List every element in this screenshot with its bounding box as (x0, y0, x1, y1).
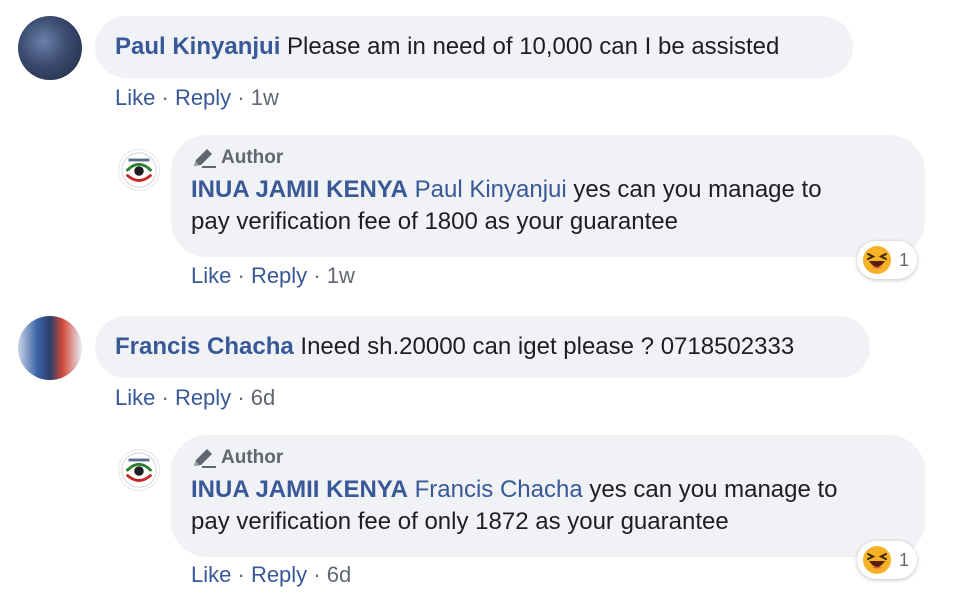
separator: · (313, 562, 327, 587)
timestamp[interactable]: 6d (327, 562, 351, 587)
timestamp[interactable]: 1w (327, 263, 355, 288)
timestamp[interactable]: 1w (251, 85, 279, 110)
reply-bubble: Author INUA JAMII KENYA Paul Kinyanjui y… (171, 135, 925, 257)
separator: · (161, 385, 175, 410)
separator: · (161, 85, 175, 110)
comment-bubble: Francis Chacha Ineed sh.20000 can iget p… (95, 316, 870, 378)
comment-actions: Like · Reply · 6d (115, 385, 275, 411)
commenter-name[interactable]: Francis Chacha (115, 333, 294, 360)
laughing-emoji-icon (863, 546, 891, 574)
reply-text-line2: pay verification fee of 1800 as your gua… (191, 208, 678, 235)
page-logo-icon (121, 452, 157, 488)
comment-actions: Like · Reply · 1w (115, 85, 279, 111)
commenter-name[interactable]: INUA JAMII KENYA (191, 476, 408, 503)
mention-link[interactable]: Paul Kinyanjui (415, 176, 567, 203)
reply-text-line1: yes can you manage to (573, 176, 822, 203)
reply-actions: Like · Reply · 6d (191, 562, 351, 588)
like-button[interactable]: Like (115, 85, 155, 110)
page-logo-icon (121, 152, 157, 188)
reply-button[interactable]: Reply (175, 85, 231, 110)
pencil-icon (194, 449, 216, 468)
author-label: Author (221, 147, 284, 168)
avatar-inua-jamii-kenya[interactable] (118, 449, 160, 491)
reply-button[interactable]: Reply (251, 562, 307, 587)
commenter-name[interactable]: INUA JAMII KENYA (191, 176, 408, 203)
separator: · (237, 263, 251, 288)
like-button[interactable]: Like (191, 562, 231, 587)
reply-text-line1: yes can you manage to (589, 476, 838, 503)
like-button[interactable]: Like (191, 263, 231, 288)
like-button[interactable]: Like (115, 385, 155, 410)
mention-link[interactable]: Francis Chacha (415, 476, 583, 503)
avatar-paul-kinyanjui[interactable] (18, 16, 82, 80)
separator: · (237, 562, 251, 587)
comment-text: Ineed sh.20000 can iget please ? 0718502… (300, 333, 795, 360)
timestamp[interactable]: 6d (251, 385, 275, 410)
separator: · (237, 85, 251, 110)
author-label: Author (221, 447, 284, 468)
reply-text-line2: pay verification fee of only 1872 as you… (191, 508, 729, 535)
reply-button[interactable]: Reply (175, 385, 231, 410)
reply-bubble: Author INUA JAMII KENYA Francis Chacha y… (171, 435, 925, 557)
author-badge: Author (191, 446, 905, 470)
reply-button[interactable]: Reply (251, 263, 307, 288)
separator: · (313, 263, 327, 288)
separator: · (237, 385, 251, 410)
comment-text: Please am in need of 10,000 can I be ass… (287, 33, 780, 60)
laughing-emoji-icon (863, 246, 891, 274)
reply-actions: Like · Reply · 1w (191, 263, 355, 289)
reaction-count: 1 (899, 249, 910, 270)
reaction-summary[interactable]: 1 (857, 241, 918, 279)
pencil-icon (194, 149, 216, 168)
author-badge: Author (191, 146, 905, 170)
reaction-summary[interactable]: 1 (857, 541, 918, 579)
comment-bubble: Paul Kinyanjui Please am in need of 10,0… (95, 16, 853, 78)
avatar-inua-jamii-kenya[interactable] (118, 149, 160, 191)
commenter-name[interactable]: Paul Kinyanjui (115, 33, 280, 60)
avatar-francis-chacha[interactable] (18, 316, 82, 380)
reaction-count: 1 (899, 549, 910, 570)
